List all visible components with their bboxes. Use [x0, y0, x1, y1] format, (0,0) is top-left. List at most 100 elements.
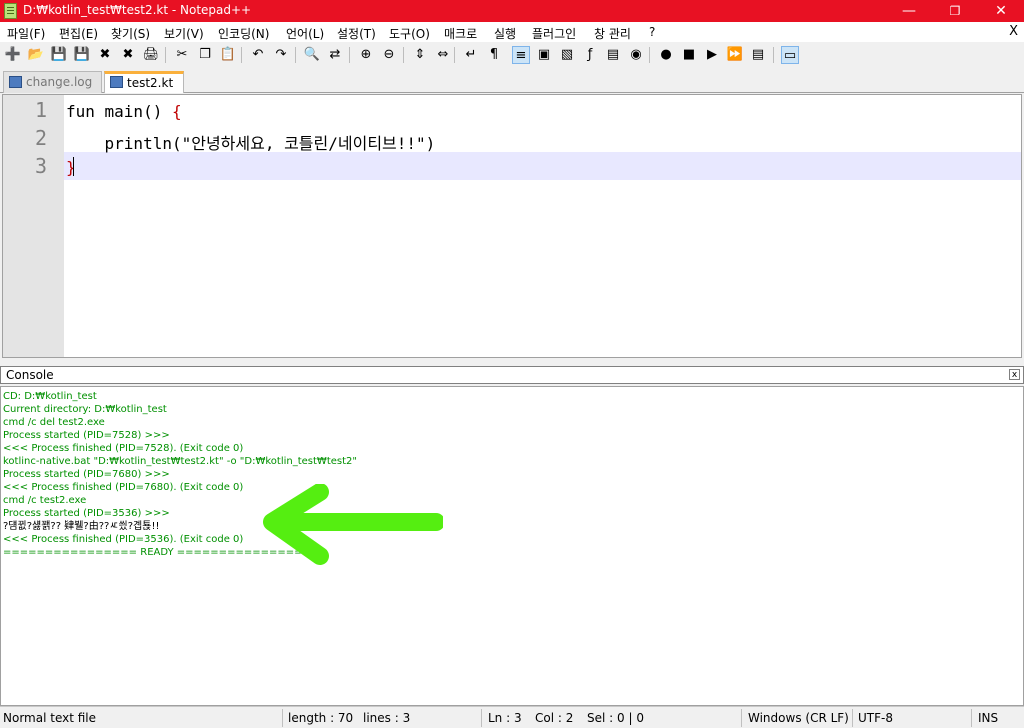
toolbar-separator — [349, 47, 350, 63]
code-line-3: } — [66, 158, 76, 177]
status-file-type: Normal text file — [3, 711, 97, 725]
open-brace: { — [171, 102, 182, 121]
menu-window[interactable]: 창 관리 — [594, 25, 631, 42]
play-macro-multiple-icon[interactable]: ⏩ — [726, 46, 744, 64]
paste-icon[interactable]: 📋 — [219, 46, 237, 64]
toolbar: ➕ 📂 💾 💾 ✖ ✖ 🖨 ✂ ❐ 📋 ↶ ↷ 🔍 ⇄ ⊕ ⊖ ⇕ ⇔ ↵ ¶ ≡ ▣ ▧ ƒ ▤ ◉ ● ■ ▶ ⏩ ▤ ▭ — [0, 42, 1024, 68]
show-all-chars-icon[interactable]: ¶ — [485, 46, 503, 64]
status-separator — [971, 709, 972, 727]
stop-macro-icon[interactable]: ■ — [680, 46, 698, 64]
menu-file[interactable]: 파일(F) — [7, 25, 45, 42]
tab-test2-kt[interactable]: test2.kt✕ — [104, 71, 184, 107]
tab-label: test2.kt — [127, 76, 174, 90]
menu-run[interactable]: 실행 — [494, 25, 516, 42]
save-icon[interactable]: 💾 — [50, 46, 68, 64]
close-file-icon[interactable]: ✖ — [96, 46, 114, 64]
redo-icon[interactable]: ↷ — [272, 46, 290, 64]
open-file-icon[interactable]: 📂 — [27, 46, 45, 64]
status-insert-mode[interactable]: INS — [978, 711, 998, 725]
minimize-button[interactable]: — — [886, 0, 932, 22]
close-window-button[interactable]: ✕ — [978, 0, 1024, 22]
menu-encoding[interactable]: 인코딩(N) — [218, 25, 269, 42]
indent-guide-icon[interactable]: ≡ — [512, 46, 530, 64]
line-number: 3 — [34, 154, 47, 178]
document-map-icon[interactable]: ▧ — [558, 46, 576, 64]
code-editor[interactable]: 1 2 3 fun main() { println("안녕하세요, 코틀린/네… — [2, 94, 1022, 358]
cut-icon[interactable]: ✂ — [173, 46, 191, 64]
status-column: Col : 2 — [535, 711, 574, 725]
green-arrow-annotation — [263, 484, 443, 565]
toolbar-separator — [649, 47, 650, 63]
menu-plugins[interactable]: 플러그인 — [532, 25, 576, 42]
replace-icon[interactable]: ⇄ — [326, 46, 344, 64]
console-line: CD: D:₩kotlin_test — [3, 391, 97, 402]
current-line-highlight — [64, 152, 1021, 180]
toolbar-separator — [403, 47, 404, 63]
file-icon — [9, 76, 22, 88]
menu-macro[interactable]: 매크로 — [444, 25, 477, 42]
status-line-number: Ln : 3 — [488, 711, 522, 725]
status-separator — [481, 709, 482, 727]
window-title: D:₩kotlin_test₩test2.kt - Notepad++ — [23, 3, 252, 17]
console-line: kotlinc-native.bat "D:₩kotlin_test₩test2… — [3, 456, 357, 467]
console-line: cmd /c test2.exe — [3, 495, 87, 506]
find-icon[interactable]: 🔍 — [303, 46, 321, 64]
monitoring-icon[interactable]: ◉ — [627, 46, 645, 64]
play-macro-icon[interactable]: ▶ — [703, 46, 721, 64]
save-all-icon[interactable]: 💾 — [73, 46, 91, 64]
print-icon[interactable]: 🖨 — [142, 46, 160, 64]
toolbar-separator — [295, 47, 296, 63]
console-line: <<< Process finished (PID=3536). (Exit c… — [3, 534, 244, 545]
sync-horizontal-icon[interactable]: ⇔ — [434, 46, 452, 64]
status-separator — [852, 709, 853, 727]
close-all-icon[interactable]: ✖ — [119, 46, 137, 64]
maximize-button[interactable]: ❐ — [932, 0, 978, 22]
zoom-out-icon[interactable]: ⊖ — [380, 46, 398, 64]
menu-edit[interactable]: 편집(E) — [59, 25, 98, 42]
save-macro-icon[interactable]: ▤ — [749, 46, 767, 64]
console-title: Console — [6, 368, 54, 382]
title-bar: D:₩kotlin_test₩test2.kt - Notepad++ — ❐ … — [0, 0, 1024, 22]
new-file-icon[interactable]: ➕ — [4, 46, 22, 64]
toolbar-separator — [773, 47, 774, 63]
status-selection: Sel : 0 | 0 — [587, 711, 644, 725]
status-lines: lines : 3 — [363, 711, 411, 725]
line-number: 1 — [34, 98, 47, 122]
menu-settings[interactable]: 설정(T) — [337, 25, 376, 42]
console-output[interactable]: CD: D:₩kotlin_test Current directory: D:₩… — [0, 386, 1024, 706]
undo-icon[interactable]: ↶ — [249, 46, 267, 64]
console-line: ?덈뀞?섏꽭?? 肄뷀?由??ㅼ씠?곕툕!! — [3, 521, 160, 532]
menu-help[interactable]: ? — [649, 25, 655, 39]
tab-bar: change.log✕ test2.kt✕ — [0, 68, 1024, 109]
console-icon[interactable]: ▭ — [781, 46, 799, 64]
close-document-x[interactable]: X — [1009, 24, 1018, 39]
word-wrap-icon[interactable]: ↵ — [462, 46, 480, 64]
menu-language[interactable]: 언어(L) — [286, 25, 324, 42]
menu-bar: 파일(F) 편집(E) 찾기(S) 보기(V) 인코딩(N) 언어(L) 설정(… — [0, 22, 1024, 42]
status-separator — [741, 709, 742, 727]
console-line: <<< Process finished (PID=7680). (Exit c… — [3, 482, 244, 493]
record-macro-icon[interactable]: ● — [657, 46, 675, 64]
console-line: cmd /c del test2.exe — [3, 417, 105, 428]
line-number: 2 — [34, 126, 47, 150]
folder-workspace-icon[interactable]: ▤ — [604, 46, 622, 64]
sync-vertical-icon[interactable]: ⇕ — [411, 46, 429, 64]
notepad-app-icon — [4, 3, 17, 19]
console-line: Process started (PID=7680) >>> — [3, 469, 170, 480]
console-line: Process started (PID=7528) >>> — [3, 430, 170, 441]
tab-change-log[interactable]: change.log✕ — [3, 71, 102, 109]
menu-tools[interactable]: 도구(O) — [389, 25, 430, 42]
function-list-icon[interactable]: ƒ — [581, 46, 599, 64]
menu-search[interactable]: 찾기(S) — [111, 25, 150, 42]
user-language-icon[interactable]: ▣ — [535, 46, 553, 64]
toolbar-separator — [241, 47, 242, 63]
status-eol[interactable]: Windows (CR LF) — [748, 711, 849, 725]
zoom-in-icon[interactable]: ⊕ — [357, 46, 375, 64]
status-encoding[interactable]: UTF-8 — [858, 711, 893, 725]
status-length: length : 70 — [288, 711, 354, 725]
status-separator — [282, 709, 283, 727]
menu-view[interactable]: 보기(V) — [164, 25, 204, 42]
console-line: <<< Process finished (PID=7528). (Exit c… — [3, 443, 244, 454]
copy-icon[interactable]: ❐ — [196, 46, 214, 64]
console-close-icon[interactable]: x — [1009, 369, 1020, 380]
